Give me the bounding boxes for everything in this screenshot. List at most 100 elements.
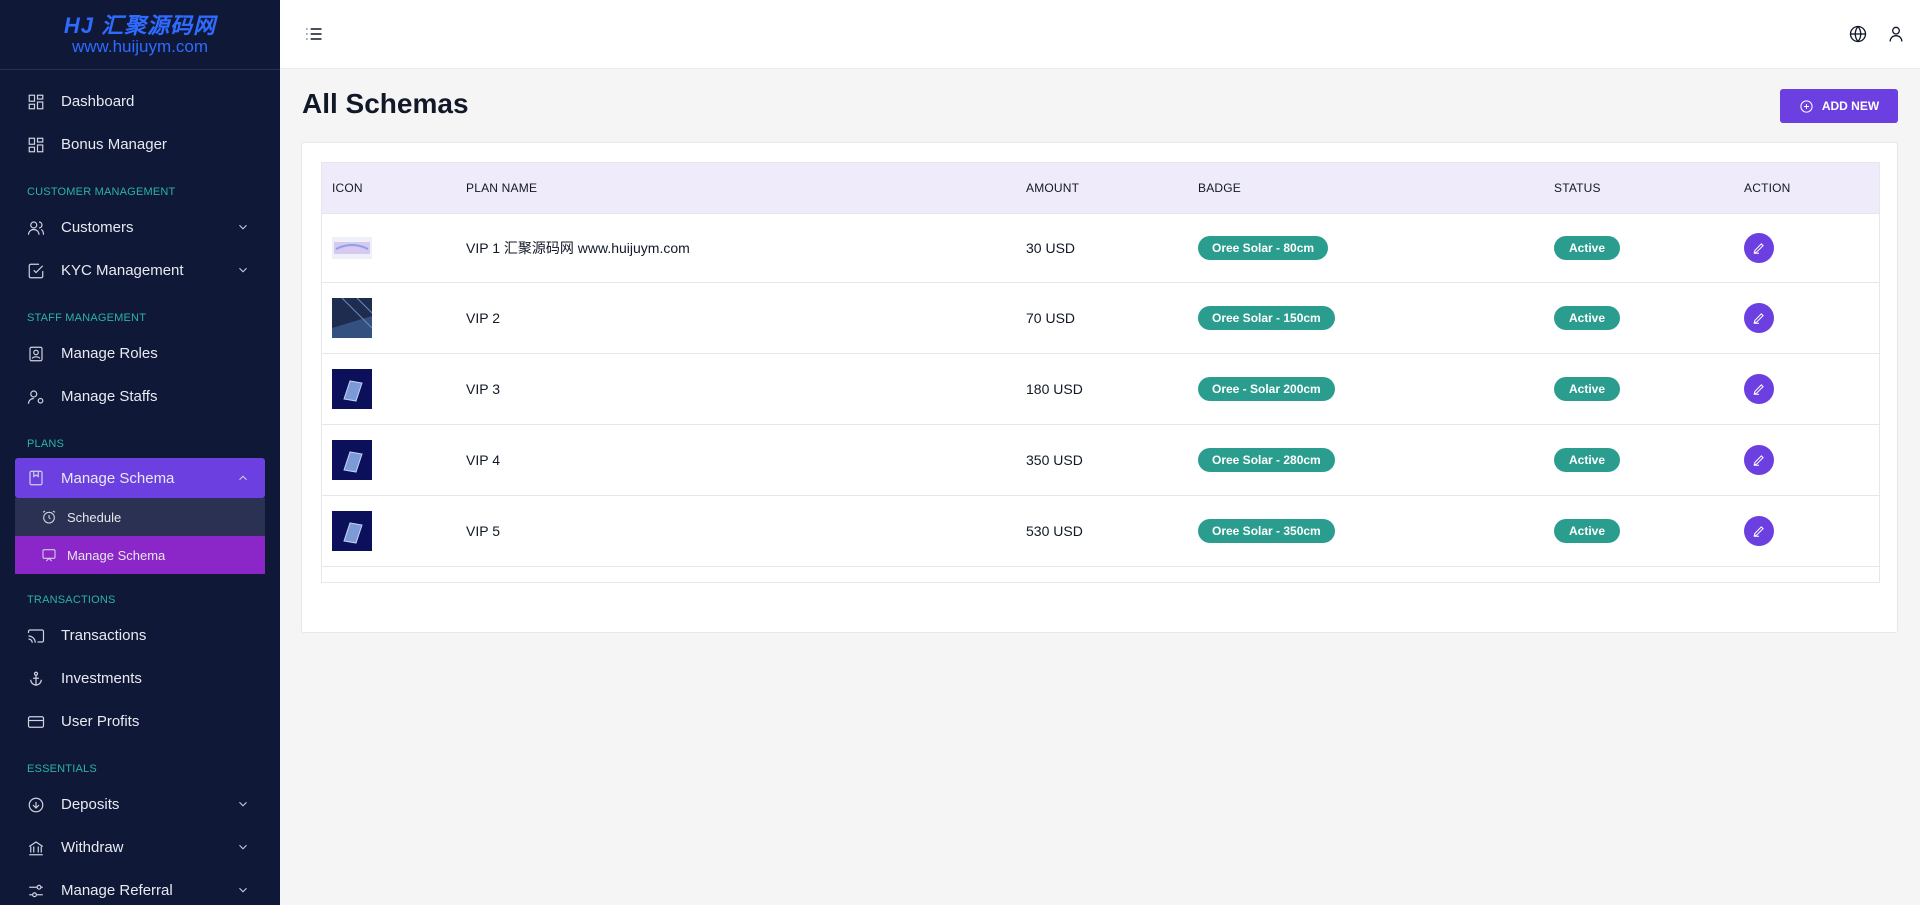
plan-thumbnail bbox=[332, 236, 372, 259]
menu-list-icon[interactable] bbox=[304, 24, 324, 44]
sidebar-nav: Dashboard Bonus Manager CUSTOMER MANAGEM… bbox=[0, 70, 280, 905]
chevron-down-icon bbox=[236, 220, 250, 234]
pencil-icon bbox=[1753, 454, 1764, 466]
status-badge: Active bbox=[1554, 305, 1621, 330]
sidebar-item-manage-roles[interactable]: Manage Roles bbox=[0, 332, 280, 375]
sidebar-item-investments[interactable]: Investments bbox=[0, 657, 280, 700]
column-header-plan-name: PLAN NAME bbox=[456, 163, 1016, 214]
table-row: VIP 3 180 USD Oree - Solar 200cm Active bbox=[322, 353, 1879, 424]
chevron-down-icon bbox=[236, 797, 250, 811]
sidebar-subitem-label: Manage Schema bbox=[67, 547, 166, 563]
table-row: VIP 2 70 USD Oree Solar - 150cm Active bbox=[322, 282, 1879, 353]
sidebar-item-bonus-manager[interactable]: Bonus Manager bbox=[0, 123, 280, 166]
plan-badge: Oree Solar - 280cm bbox=[1198, 447, 1335, 472]
section-essentials: ESSENTIALS bbox=[27, 763, 97, 775]
sidebar-subitem-schedule[interactable]: Schedule bbox=[15, 498, 265, 536]
logo-url: www.huijuym.com bbox=[71, 36, 209, 56]
plan-amount: 530 USD bbox=[1026, 522, 1083, 539]
sidebar-item-user-profits[interactable]: User Profits bbox=[0, 700, 280, 743]
sidebar-item-label: Manage Referral bbox=[61, 882, 173, 899]
plan-amount: 180 USD bbox=[1026, 380, 1083, 397]
plan-badge: Oree Solar - 150cm bbox=[1198, 305, 1335, 330]
plan-name: VIP 3 bbox=[466, 380, 500, 397]
edit-button[interactable] bbox=[1744, 515, 1774, 546]
chevron-down-icon bbox=[236, 263, 250, 277]
sidebar-subitem-manage-schema[interactable]: Manage Schema bbox=[15, 536, 265, 574]
plan-badge: Oree Solar - 80cm bbox=[1198, 235, 1329, 260]
sidebar-item-label: Manage Roles bbox=[61, 345, 158, 362]
user-cog-icon bbox=[27, 388, 45, 406]
checkbox-icon bbox=[27, 262, 45, 280]
logo[interactable]: HJ 汇聚源码网 www.huijuym.com bbox=[0, 0, 280, 70]
sidebar-item-manage-referral[interactable]: Manage Referral bbox=[0, 869, 280, 905]
table-row: VIP 4 350 USD Oree Solar - 280cm Active bbox=[322, 424, 1879, 495]
submenu-manage-schema: Schedule Manage Schema bbox=[15, 498, 265, 574]
user-icon[interactable] bbox=[1886, 24, 1906, 44]
plan-name: VIP 1 汇聚源码网 www.huijuym.com bbox=[466, 239, 690, 256]
sidebar-item-withdraw[interactable]: Withdraw bbox=[0, 826, 280, 869]
sidebar-item-deposits[interactable]: Deposits bbox=[0, 783, 280, 826]
plan-amount: 70 USD bbox=[1026, 309, 1076, 326]
top-header bbox=[280, 0, 1920, 69]
credit-card-icon bbox=[27, 713, 45, 731]
chevron-down-icon bbox=[236, 840, 250, 854]
sliders-icon bbox=[27, 882, 45, 900]
column-header-icon: ICON bbox=[322, 163, 456, 214]
arrow-down-circle-icon bbox=[27, 796, 45, 814]
bookmark-box-icon bbox=[27, 469, 45, 487]
sidebar-item-manage-staffs[interactable]: Manage Staffs bbox=[0, 375, 280, 418]
section-transactions: TRANSACTIONS bbox=[27, 594, 116, 606]
schemas-table: ICON PLAN NAME AMOUNT BADGE STATUS ACTIO… bbox=[322, 163, 1879, 567]
sidebar-item-label: Investments bbox=[61, 670, 142, 687]
plan-thumbnail bbox=[332, 510, 372, 551]
schemas-card: ICON PLAN NAME AMOUNT BADGE STATUS ACTIO… bbox=[301, 142, 1898, 633]
logo-brand: HJ 汇聚源码网 bbox=[63, 12, 217, 38]
edit-button[interactable] bbox=[1744, 302, 1774, 333]
alarm-clock-icon bbox=[41, 509, 57, 525]
sidebar-item-label: Withdraw bbox=[61, 839, 124, 856]
chevron-down-icon bbox=[236, 883, 250, 897]
add-new-label: ADD NEW bbox=[1821, 99, 1880, 113]
edit-button[interactable] bbox=[1744, 373, 1774, 404]
plan-thumbnail bbox=[332, 439, 372, 480]
page-title: All Schemas bbox=[302, 88, 469, 119]
pencil-icon bbox=[1753, 383, 1764, 395]
sidebar-item-label: User Profits bbox=[61, 713, 140, 730]
column-header-amount: AMOUNT bbox=[1016, 163, 1188, 214]
bank-icon bbox=[27, 839, 45, 857]
edit-button[interactable] bbox=[1744, 444, 1774, 475]
sidebar-item-label: Customers bbox=[61, 219, 134, 236]
table-header-row: ICON PLAN NAME AMOUNT BADGE STATUS ACTIO… bbox=[322, 163, 1879, 214]
monitor-icon bbox=[41, 547, 57, 563]
status-badge: Active bbox=[1554, 447, 1621, 472]
sidebar-item-kyc-management[interactable]: KYC Management bbox=[0, 249, 280, 292]
sidebar-item-customers[interactable]: Customers bbox=[0, 206, 280, 249]
anchor-icon bbox=[27, 670, 45, 688]
pencil-icon bbox=[1753, 525, 1764, 537]
sidebar: HJ 汇聚源码网 www.huijuym.com Dashboard Bonus… bbox=[0, 0, 280, 905]
status-badge: Active bbox=[1554, 376, 1621, 401]
edit-button[interactable] bbox=[1744, 232, 1774, 263]
plan-badge: Oree - Solar 200cm bbox=[1198, 376, 1335, 401]
sidebar-item-label: Bonus Manager bbox=[61, 136, 167, 153]
sidebar-item-dashboard[interactable]: Dashboard bbox=[0, 80, 280, 123]
plan-name: VIP 4 bbox=[466, 451, 500, 468]
add-new-button[interactable]: ADD NEW bbox=[1780, 89, 1898, 123]
sidebar-item-manage-schema[interactable]: Manage Schema bbox=[15, 458, 265, 498]
column-header-badge: BADGE bbox=[1188, 163, 1544, 214]
status-badge: Active bbox=[1554, 518, 1621, 543]
sidebar-item-label: Deposits bbox=[61, 796, 120, 813]
section-customer-management: CUSTOMER MANAGEMENT bbox=[27, 186, 176, 198]
table-row: VIP 5 530 USD Oree Solar - 350cm Active bbox=[322, 495, 1879, 566]
cast-icon bbox=[27, 627, 45, 645]
section-staff-management: STAFF MANAGEMENT bbox=[27, 312, 147, 324]
column-header-action: ACTION bbox=[1734, 163, 1879, 214]
sidebar-item-label: Transactions bbox=[61, 627, 147, 644]
grid-icon bbox=[27, 136, 45, 154]
chevron-up-icon bbox=[236, 471, 250, 485]
plan-name: VIP 2 bbox=[466, 309, 500, 326]
plus-circle-icon bbox=[1799, 99, 1814, 114]
sidebar-item-transactions[interactable]: Transactions bbox=[0, 614, 280, 657]
table-row: VIP 1 汇聚源码网 www.huijuym.com 30 USD Oree … bbox=[322, 213, 1879, 282]
globe-icon[interactable] bbox=[1848, 24, 1868, 44]
